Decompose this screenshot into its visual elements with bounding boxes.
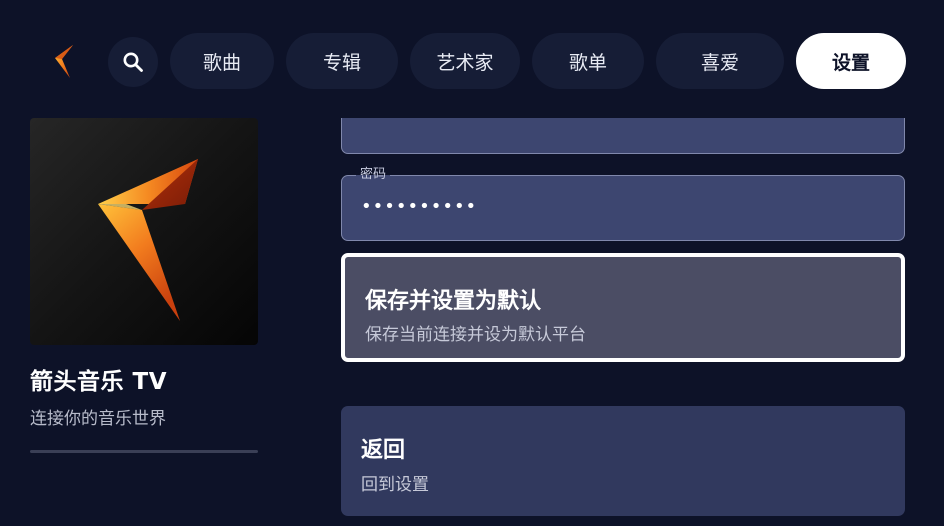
previous-field[interactable] — [341, 118, 905, 154]
back-card-title: 返回 — [361, 438, 406, 463]
back-button[interactable]: 返回 回到设置 — [341, 406, 905, 516]
save-card-subtitle: 保存当前连接并设为默认平台 — [365, 325, 586, 345]
arrow-logo-icon — [98, 159, 198, 321]
tab-favorites[interactable]: 喜爱 — [656, 33, 784, 89]
app-name: 箭头音乐 TV — [30, 369, 167, 395]
password-label: 密码 — [356, 166, 391, 184]
tab-settings[interactable]: 设置 — [796, 33, 906, 89]
tab-songs[interactable]: 歌曲 — [170, 33, 274, 89]
search-button[interactable] — [108, 37, 158, 87]
password-value: •••••••••• — [361, 196, 478, 217]
tab-playlists[interactable]: 歌单 — [532, 33, 644, 89]
app-cover-art — [30, 118, 258, 345]
tab-artists[interactable]: 艺术家 — [410, 33, 520, 89]
search-icon — [123, 52, 143, 72]
password-field[interactable]: 密码 •••••••••• — [341, 166, 905, 241]
tab-albums[interactable]: 专辑 — [286, 33, 398, 89]
back-card-subtitle: 回到设置 — [361, 475, 429, 495]
app-tagline: 连接你的音乐世界 — [30, 409, 166, 429]
left-panel-divider — [30, 450, 258, 453]
save-and-set-default-button[interactable]: 保存并设置为默认 保存当前连接并设为默认平台 — [341, 253, 905, 362]
save-card-title: 保存并设置为默认 — [365, 289, 542, 314]
app-logo-icon — [51, 44, 79, 80]
